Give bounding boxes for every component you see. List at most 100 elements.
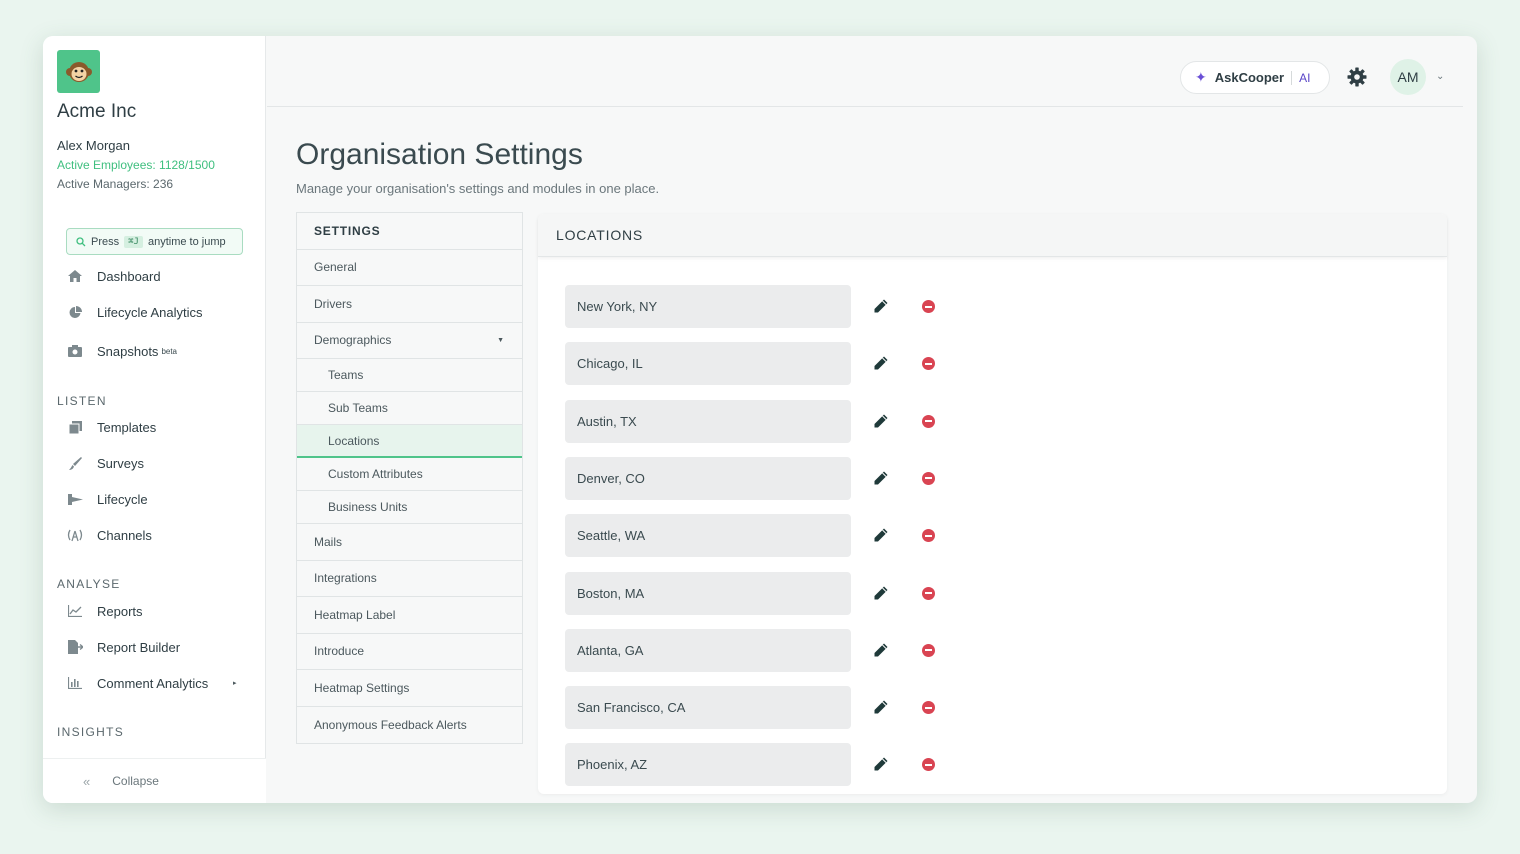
app-window: Acme Inc Alex Morgan Active Employees: 1… bbox=[43, 36, 1477, 803]
settings-item-label: Demographics bbox=[314, 333, 392, 348]
beta-badge: beta bbox=[161, 346, 178, 356]
edit-pencil-icon[interactable] bbox=[873, 699, 889, 715]
locations-header: LOCATIONS bbox=[538, 214, 1447, 257]
askcooper-label: AskCooper bbox=[1214, 70, 1285, 85]
settings-item-heatmap-settings[interactable]: Heatmap Settings bbox=[297, 670, 522, 707]
page-subtitle: Manage your organisation's settings and … bbox=[296, 181, 660, 196]
location-row: San Francisco, CA bbox=[565, 686, 945, 730]
divider bbox=[1291, 70, 1293, 85]
lifecycle-icon bbox=[67, 491, 83, 507]
location-field[interactable]: Austin, TX bbox=[565, 399, 851, 443]
collapse-label: Collapse bbox=[112, 774, 159, 788]
askcooper-button[interactable]: ✦ AskCooper AI bbox=[1180, 61, 1330, 94]
gear-icon[interactable] bbox=[1347, 67, 1367, 87]
location-field[interactable]: Atlanta, GA bbox=[565, 628, 851, 672]
settings-item-demographics[interactable]: Demographics ▼ bbox=[297, 323, 522, 359]
sidebar-item-channels[interactable]: Channels bbox=[67, 525, 152, 545]
quick-jump-button[interactable]: Press ⌘J anytime to jump bbox=[66, 228, 243, 255]
remove-minus-icon[interactable] bbox=[922, 357, 935, 371]
edit-pencil-icon[interactable] bbox=[873, 298, 889, 314]
double-chevron-left-icon: « bbox=[83, 773, 91, 789]
remove-minus-icon[interactable] bbox=[922, 300, 935, 313]
bar-chart-icon bbox=[67, 675, 83, 691]
sidebar-item-surveys[interactable]: Surveys bbox=[67, 453, 144, 473]
settings-menu-header: SETTINGS bbox=[297, 213, 522, 250]
settings-item-anonymous-feedback-alerts[interactable]: Anonymous Feedback Alerts bbox=[297, 707, 522, 744]
page-title: Organisation Settings bbox=[296, 138, 583, 171]
edit-pencil-icon[interactable] bbox=[873, 527, 889, 543]
location-field[interactable]: Chicago, IL bbox=[565, 342, 851, 386]
remove-minus-icon[interactable] bbox=[922, 586, 935, 600]
settings-item-heatmap-label[interactable]: Heatmap Label bbox=[297, 597, 522, 634]
chevron-down-icon[interactable]: ⌄ bbox=[1436, 71, 1444, 82]
settings-item-business-units[interactable]: Business Units bbox=[297, 491, 522, 524]
sidebar-item-label: Snapshots bbox=[97, 343, 159, 359]
remove-minus-icon[interactable] bbox=[922, 529, 935, 543]
remove-minus-icon[interactable] bbox=[922, 643, 935, 657]
sidebar-item-dashboard[interactable]: Dashboard bbox=[67, 266, 161, 286]
home-icon bbox=[67, 268, 83, 284]
sidebar-item-lifecycle[interactable]: Lifecycle bbox=[67, 489, 148, 509]
remove-minus-icon[interactable] bbox=[922, 701, 935, 715]
location-field[interactable]: Boston, MA bbox=[565, 571, 851, 615]
sidebar-item-label: Channels bbox=[97, 527, 152, 543]
settings-item-sub-teams[interactable]: Sub Teams bbox=[297, 392, 522, 425]
edit-pencil-icon[interactable] bbox=[873, 642, 889, 658]
location-field[interactable]: New York, NY bbox=[565, 285, 851, 328]
sidebar-item-snapshots[interactable]: Snapshots beta bbox=[67, 341, 177, 361]
remove-minus-icon[interactable] bbox=[922, 414, 935, 428]
caret-down-icon: ▼ bbox=[497, 336, 504, 344]
sidebar-item-lifecycle-analytics[interactable]: Lifecycle Analytics bbox=[67, 302, 203, 322]
avatar[interactable]: AM bbox=[1390, 59, 1426, 95]
settings-item-teams[interactable]: Teams bbox=[297, 359, 522, 392]
location-row: New York, NY bbox=[565, 285, 945, 328]
jump-rest-text: anytime to jump bbox=[147, 235, 226, 248]
sparkle-icon: ✦ bbox=[1195, 69, 1207, 85]
edit-pencil-icon[interactable] bbox=[873, 756, 889, 772]
expand-arrow-icon[interactable]: ▸ bbox=[233, 679, 237, 687]
settings-item-locations[interactable]: Locations bbox=[297, 425, 522, 458]
edit-pencil-icon[interactable] bbox=[873, 470, 889, 486]
location-field[interactable]: Seattle, WA bbox=[565, 514, 851, 558]
sidebar-item-label: Templates bbox=[97, 419, 157, 435]
location-row: Phoenix, AZ bbox=[565, 743, 945, 787]
sidebar-item-templates[interactable]: Templates bbox=[67, 417, 156, 437]
location-field[interactable]: Denver, CO bbox=[565, 456, 851, 500]
company-logo[interactable] bbox=[57, 50, 100, 93]
copy-icon bbox=[67, 419, 83, 435]
broadcast-icon bbox=[67, 527, 83, 543]
edit-pencil-icon[interactable] bbox=[873, 413, 889, 429]
sidebar-item-comment-analytics[interactable]: Comment Analytics ▸ bbox=[67, 673, 237, 693]
location-field[interactable]: San Francisco, CA bbox=[565, 686, 851, 730]
sidebar-item-reports[interactable]: Reports bbox=[67, 601, 143, 621]
user-name: Alex Morgan bbox=[57, 138, 130, 153]
jump-shortcut-key: ⌘J bbox=[124, 235, 143, 248]
settings-item-integrations[interactable]: Integrations bbox=[297, 561, 522, 597]
settings-item-custom-attributes[interactable]: Custom Attributes bbox=[297, 458, 522, 491]
edit-pencil-icon[interactable] bbox=[873, 355, 889, 371]
location-row: Seattle, WA bbox=[565, 514, 945, 558]
settings-item-mails[interactable]: Mails bbox=[297, 524, 522, 561]
settings-item-introduce[interactable]: Introduce bbox=[297, 634, 522, 670]
sidebar-item-report-builder[interactable]: Report Builder bbox=[67, 637, 180, 657]
top-bar: ✦ AskCooper AI AM ⌄ bbox=[267, 36, 1463, 107]
line-chart-icon bbox=[67, 603, 83, 619]
section-label-analyse: ANALYSE bbox=[57, 577, 121, 591]
location-field[interactable]: Phoenix, AZ bbox=[565, 743, 851, 787]
collapse-sidebar-button[interactable]: « Collapse bbox=[43, 758, 266, 803]
sidebar-item-label: Report Builder bbox=[97, 639, 181, 655]
sidebar-item-label: Lifecycle bbox=[97, 491, 148, 507]
monkey-logo-icon bbox=[65, 61, 92, 82]
remove-minus-icon[interactable] bbox=[922, 758, 935, 772]
remove-minus-icon[interactable] bbox=[922, 471, 935, 485]
edit-pencil-icon[interactable] bbox=[873, 585, 889, 601]
location-row: Austin, TX bbox=[565, 399, 945, 443]
camera-icon bbox=[67, 343, 83, 359]
sidebar: Acme Inc Alex Morgan Active Employees: 1… bbox=[43, 36, 266, 803]
settings-item-general[interactable]: General bbox=[297, 250, 522, 286]
active-managers: Active Managers: 236 bbox=[57, 177, 174, 191]
locations-panel: LOCATIONS New York, NY Chicago, IL Austin,… bbox=[538, 214, 1447, 794]
active-employees: Active Employees: 1128/1500 bbox=[57, 158, 215, 172]
settings-item-drivers[interactable]: Drivers bbox=[297, 286, 522, 323]
location-row: Atlanta, GA bbox=[565, 628, 945, 672]
